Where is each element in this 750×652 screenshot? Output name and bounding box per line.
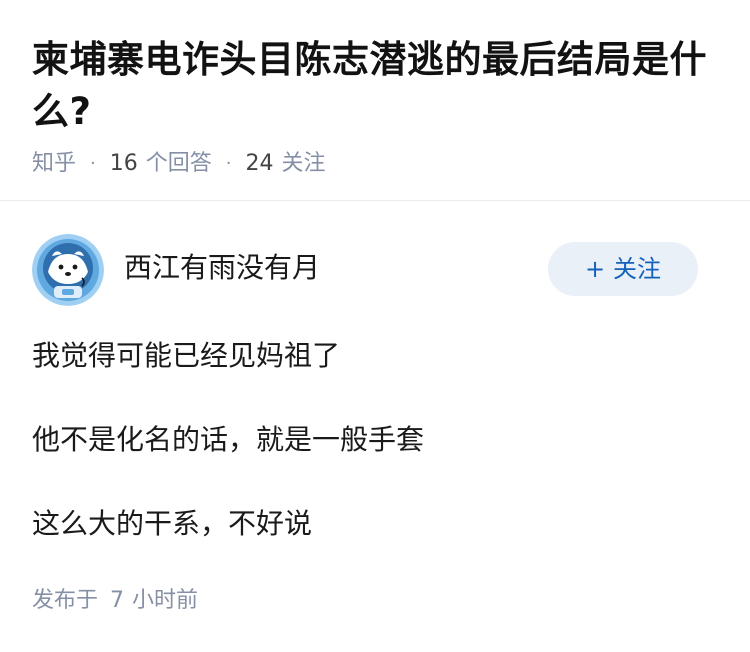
meta-separator: · xyxy=(225,153,232,174)
source-label[interactable]: 知乎 xyxy=(32,148,76,180)
answer-paragraph: 我觉得可能已经见妈祖了 xyxy=(32,339,341,372)
answers-count: 16 xyxy=(109,151,138,176)
published-time: 发布于 7 小时前 xyxy=(32,586,198,616)
question-header: 柬埔寨电诈头目陈志潜逃的最后结局是什么? 知乎 · 16 个回答 · 24 关注 xyxy=(0,0,750,180)
follow-button-label: 关注 xyxy=(613,255,662,283)
published-value: 7 xyxy=(110,588,125,613)
followers-count: 24 xyxy=(245,151,274,176)
plus-icon: + xyxy=(584,255,606,283)
avatar-astronaut-icon xyxy=(32,234,104,306)
answer-paragraph: 他不是化名的话，就是一般手套 xyxy=(32,423,425,456)
avatar[interactable] xyxy=(32,234,104,306)
question-title[interactable]: 柬埔寨电诈头目陈志潜逃的最后结局是什么? xyxy=(32,34,718,138)
meta-separator: · xyxy=(90,153,96,174)
question-meta: 知乎 · 16 个回答 · 24 关注 xyxy=(32,148,718,180)
follow-button[interactable]: + 关注 xyxy=(548,242,698,296)
published-prefix: 发布于 xyxy=(32,588,99,613)
author-row: 西江有雨没有月 + 关注 xyxy=(32,234,698,306)
answer-content[interactable]: 我觉得可能已经见妈祖了 他不是化名的话，就是一般手套 这么大的干系，不好说 xyxy=(32,336,718,588)
section-divider xyxy=(0,200,750,201)
answer-paragraph: 这么大的干系，不好说 xyxy=(32,507,313,540)
author-name[interactable]: 西江有雨没有月 xyxy=(124,250,320,286)
followers-label[interactable]: 关注 xyxy=(282,148,326,180)
published-suffix: 小时前 xyxy=(132,588,199,613)
answers-label[interactable]: 个回答 xyxy=(146,148,212,180)
